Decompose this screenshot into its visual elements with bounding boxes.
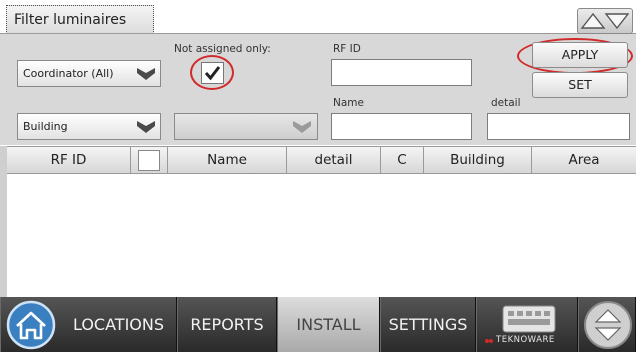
luminaire-list[interactable] [7,174,636,298]
rfid-label: RF ID [333,43,361,55]
keyboard-icon [502,305,556,333]
rfid-input[interactable] [331,59,472,86]
brand-label: TEKNOWARE [496,335,555,345]
column-header-building[interactable]: Building [423,147,531,173]
not-assigned-label: Not assigned only: [174,43,271,55]
column-header-detail[interactable]: detail [286,147,380,173]
name-input[interactable] [331,113,472,140]
coordinator-dropdown-value: Coordinator (All) [23,67,114,80]
up-down-arrows-icon [584,301,632,349]
table-header: RF ID Name detail C Building Area [7,146,636,174]
list-left-edge [0,146,7,298]
column-header-area[interactable]: Area [531,147,636,173]
column-header-name[interactable]: Name [167,147,286,173]
nav-reports[interactable]: REPORTS [177,297,277,352]
building-dropdown[interactable]: Building [17,113,161,140]
nav-settings[interactable]: SETTINGS [380,297,476,352]
scroll-button[interactable] [578,297,636,352]
tab-filter-luminaires[interactable]: Filter luminaires [6,5,154,34]
column-header-rfid[interactable]: RF ID [7,147,130,173]
name-label: Name [333,97,364,109]
up-down-arrows-icon [580,12,630,30]
select-all-checkbox[interactable] [138,150,160,171]
column-header-c[interactable]: C [380,147,423,173]
chevron-down-icon [137,121,155,133]
scroll-arrows-button[interactable] [577,8,633,34]
bottom-nav: LOCATIONS REPORTS INSTALL SETTINGS TEKNO… [0,297,636,352]
chevron-down-icon [293,121,311,133]
teknoware-logo-mark [485,339,493,343]
not-assigned-checkbox[interactable] [201,62,224,84]
chevron-down-icon [137,68,155,80]
area-dropdown [174,113,318,140]
coordinator-dropdown[interactable]: Coordinator (All) [17,60,161,87]
nav-install[interactable]: INSTALL [277,297,380,352]
tab-label: Filter luminaires [14,12,127,28]
building-dropdown-value: Building [23,120,68,133]
apply-button[interactable]: APPLY [532,42,628,68]
home-icon[interactable] [6,300,56,350]
detail-label: detail [491,97,521,109]
check-icon [204,66,221,81]
keyboard-button[interactable]: TEKNOWARE [476,297,578,352]
set-button[interactable]: SET [532,72,628,98]
detail-input[interactable] [487,113,630,140]
